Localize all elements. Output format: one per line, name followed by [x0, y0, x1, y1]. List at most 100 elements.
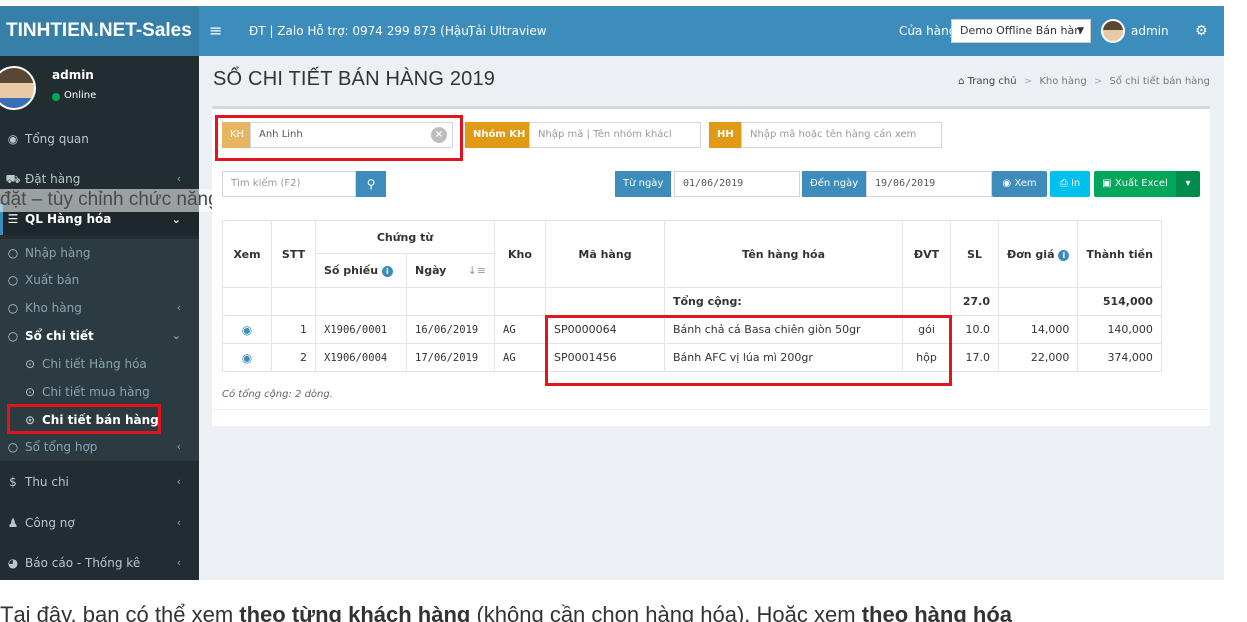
chevron-left-icon: ‹: [176, 440, 181, 453]
product-input[interactable]: Nhập mã hoặc tên hàng cần xem: [741, 122, 942, 148]
sidebar-item-label: QL Hàng hóa: [25, 212, 112, 226]
eye-icon[interactable]: ◉: [222, 315, 272, 344]
cell-ngay: 16/06/2019: [406, 315, 495, 344]
sidebar-item-label: Công nợ: [25, 516, 75, 530]
total-sl: 27.0: [950, 287, 999, 316]
table-row: ◉ 1 X1906/0001 16/06/2019 AG SP0000064 B…: [222, 315, 1162, 344]
report-box: KH Anh Linh × Nhóm KH Nhập mã | Tên nhóm…: [212, 106, 1210, 426]
sidebar-item-label: Nhập hàng: [25, 246, 91, 260]
chevron-left-icon: ‹: [176, 556, 181, 569]
sidebar-item-label: Tổng quan: [25, 132, 89, 146]
print-icon: ⎙: [1059, 178, 1068, 189]
user-icon: ♟: [7, 516, 19, 530]
cell-ten-hang: Bánh chả cá Basa chiên giòn 50gr: [664, 315, 903, 344]
dashboard-icon: ◉: [7, 132, 19, 146]
col-header-don-gia[interactable]: Đơn giá i: [997, 220, 1079, 288]
customer-group-input[interactable]: Nhập mã | Tên nhóm khácl: [529, 122, 701, 148]
cell-so-phieu[interactable]: X1906/0004: [315, 343, 407, 372]
sidebar-item-label: Chi tiết mua hàng: [42, 385, 150, 399]
sidebar-item-bao-cao-thong-ke[interactable]: ◕ Báo cáo - Thống kê ‹: [0, 549, 199, 577]
dot-circle-icon: ⊙: [24, 357, 36, 371]
col-header-xem: Xem: [222, 220, 272, 288]
circle-icon: ○: [7, 273, 19, 287]
sidebar-item-xuat-ban[interactable]: ○ Xuất bán: [0, 266, 199, 294]
sidebar-item-label: Báo cáo - Thống kê: [25, 556, 141, 570]
cell-sl: 10.0: [950, 315, 999, 344]
sidebar-item-kho-hang[interactable]: ○ Kho hàng ‹: [0, 294, 199, 322]
dollar-icon: $: [9, 475, 17, 489]
search-icon: ⚲: [366, 177, 376, 191]
cell-so-phieu[interactable]: X1906/0001: [315, 315, 407, 344]
from-date-input[interactable]: 01/06/2019: [674, 171, 800, 197]
search-button[interactable]: ⚲: [356, 171, 386, 197]
total-label: Tổng cộng:: [664, 287, 903, 316]
sort-icon[interactable]: ↓≡: [468, 264, 486, 277]
col-header-chung-tu: Chứng từ: [315, 220, 495, 254]
sidebar-item-so-tong-hop[interactable]: ○ Sổ tổng hợp ‹: [0, 433, 199, 461]
home-icon: ⌂: [958, 76, 965, 87]
support-phone-link[interactable]: ĐT | Zalo Hỗ trợ: 0974 299 873 (Hậu): [249, 6, 474, 56]
caret-down-icon: ▾: [1185, 178, 1191, 189]
sidebar-item-so-chi-tiet[interactable]: ○ Sổ chi tiết ⌄: [0, 322, 199, 350]
cell-don-gia: 14,000: [997, 315, 1079, 344]
breadcrumb-separator: >: [1023, 76, 1033, 87]
caption-text: Tại đây, bạn có thể xem: [0, 602, 240, 622]
sidebar-item-nhap-hang[interactable]: ○ Nhập hàng: [0, 239, 199, 267]
info-icon: i: [1058, 249, 1070, 261]
user-avatar-top[interactable]: [1101, 19, 1125, 43]
clear-icon[interactable]: ×: [431, 127, 447, 143]
cell-thanh-tien: 140,000: [1077, 315, 1162, 344]
col-header-so-phieu[interactable]: Số phiếu i: [315, 253, 407, 288]
table-total-row: Tổng cộng: 27.0 514,000: [222, 287, 1162, 316]
cell-dvt: gói: [902, 315, 951, 344]
sidebar-item-label: Chi tiết bán hàng: [42, 413, 159, 427]
sidebar-item-cong-no[interactable]: ♟ Công nợ ‹: [0, 509, 199, 537]
sidebar-item-tong-quan[interactable]: ◉ Tổng quan: [0, 125, 199, 153]
breadcrumb: ⌂ Trang chủ > Kho hàng > Sổ chi tiết bán…: [958, 76, 1210, 87]
ultraview-link[interactable]: Tải Ultraview: [468, 6, 547, 56]
kh-addon: KH: [222, 122, 250, 148]
breadcrumb-kho-hang[interactable]: Kho hàng: [1039, 76, 1086, 87]
app-logo[interactable]: TINHTIEN.NET-Sales: [0, 6, 199, 56]
sidebar-item-chi-tiet-hang-hoa[interactable]: ⊙ Chi tiết Hàng hóa: [0, 350, 199, 378]
breadcrumb-home[interactable]: Trang chủ: [968, 76, 1017, 87]
eye-icon: ◉: [1002, 178, 1012, 189]
col-header-ngay[interactable]: Ngày ↓≡: [406, 253, 495, 288]
sidebar-item-thu-chi[interactable]: $ Thu chi ‹: [0, 468, 199, 496]
excel-icon: ▣: [1102, 178, 1112, 189]
cogs-icon[interactable]: ⚙: [1195, 6, 1208, 56]
online-status-text: Online: [64, 90, 97, 101]
to-date-input[interactable]: 19/06/2019: [866, 171, 992, 197]
col-header-ma-hang: Mã hàng: [545, 220, 665, 288]
user-panel: admin Online: [0, 56, 199, 116]
store-select[interactable]: Demo Offline Bán hàn ▼: [951, 19, 1091, 43]
print-button[interactable]: ⎙ In: [1050, 171, 1090, 197]
sidebar: admin Online ◉ Tổng quan ⛟ Đặt hàng ‹ ☰ QL …: [0, 56, 223, 580]
user-menu[interactable]: admin: [1131, 6, 1169, 56]
dot-circle-icon: ⊙: [24, 385, 36, 399]
col-header-sl: SL: [950, 220, 999, 288]
caption-bold: theo hàng hóa: [861, 602, 1013, 622]
pie-chart-icon: ◕: [7, 556, 19, 570]
chevron-left-icon: ‹: [176, 475, 181, 488]
circle-icon: ○: [7, 329, 19, 343]
caption-text: (không cần chọn hàng hóa). Hoặc xem: [470, 602, 862, 622]
customer-input[interactable]: Anh Linh: [250, 122, 453, 148]
breadcrumb-separator: >: [1093, 76, 1103, 87]
view-button[interactable]: ◉ Xem: [992, 171, 1047, 197]
bars-icon[interactable]: ≡: [209, 6, 222, 56]
export-dropdown-toggle[interactable]: ▾: [1176, 171, 1200, 197]
sidebar-item-chi-tiet-mua-hang[interactable]: ⊙ Chi tiết mua hàng: [0, 378, 199, 406]
eye-icon[interactable]: ◉: [222, 343, 272, 372]
sidebar-item-chi-tiet-ban-hang[interactable]: ⊙ Chi tiết bán hàng: [0, 406, 199, 434]
col-header-dvt: ĐVT: [902, 220, 951, 288]
export-excel-button[interactable]: ▣ Xuất Excel: [1094, 171, 1176, 197]
search-input[interactable]: Tìm kiếm (F2): [222, 171, 356, 197]
chevron-left-icon: ‹: [176, 516, 181, 529]
sidebar-item-label: Sổ chi tiết: [25, 329, 94, 343]
cell-ma-hang: SP0001456: [545, 343, 665, 372]
print-button-label: In: [1070, 178, 1081, 189]
cell-ten-hang: Bánh AFC vị lúa mì 200gr: [664, 343, 903, 372]
col-header-ten-hang: Tên hàng hóa: [664, 220, 903, 288]
avatar: [0, 66, 36, 110]
